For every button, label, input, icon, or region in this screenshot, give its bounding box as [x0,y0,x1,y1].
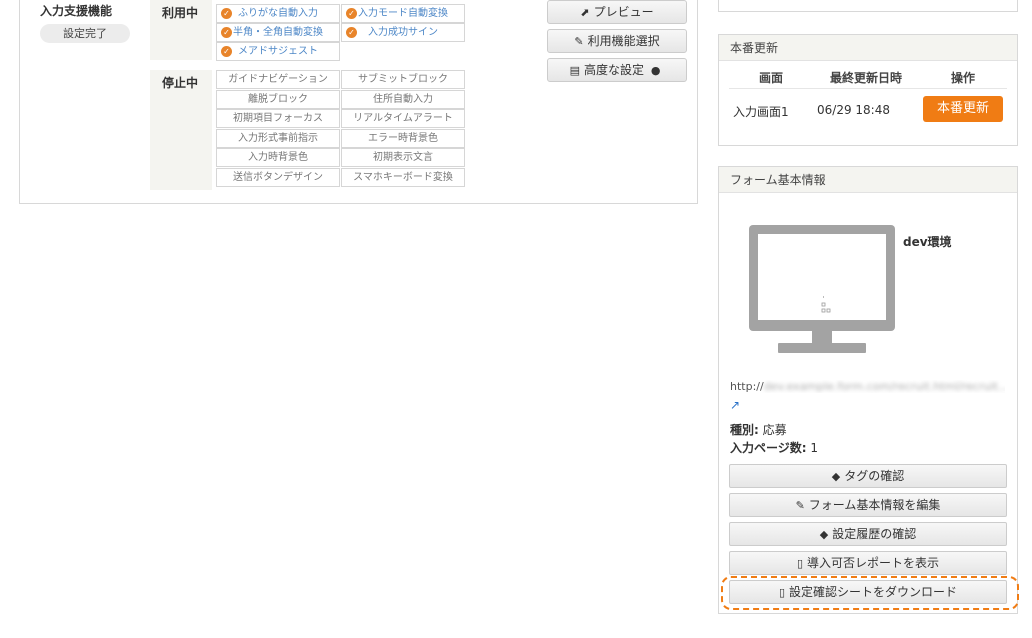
feature-chip-address[interactable]: 住所自動入力 [341,90,465,109]
release-row-updated: 06/29 18:48 [817,103,890,117]
release-panel: 本番更新 画面 最終更新日時 操作 入力画面1 06/29 18:48 本番更新 [718,34,1018,146]
show-report-label: 導入可否レポートを表示 [807,556,940,570]
feature-title: 入力支援機能 [40,4,113,18]
chip-label: スマホキーボード変換 [353,172,453,183]
chip-label: 住所自動入力 [373,94,433,105]
chip-label: 入力時背景色 [248,152,308,163]
feature-chip-initial-focus[interactable]: 初期項目フォーカス [216,109,340,128]
preview-button[interactable]: ⬈ プレビュー [547,0,687,24]
page-count-value: 1 [810,441,819,455]
agent-icon: ● [650,64,661,77]
external-link-icon: ⬈ [580,6,590,19]
check-tags-button[interactable]: ◆ タグの確認 [729,464,1007,488]
in-use-group-label: 利用中 [150,0,212,60]
show-report-button[interactable]: ▯ 導入可否レポートを表示 [729,551,1007,575]
feature-chip-realtime-alert[interactable]: リアルタイムアラート [341,109,465,128]
chip-label: 入力形式事前指示 [238,133,318,144]
open-url-icon[interactable]: ↗ [730,398,740,412]
document-icon: ▤ [569,64,580,77]
tag-icon: ◆ [819,528,829,541]
advanced-settings-button[interactable]: ▤ 高度な設定 ● [547,58,687,82]
settings-history-label: 設定履歴の確認 [832,527,917,541]
column-header-updated: 最終更新日時 [830,71,903,85]
table-divider [729,88,1007,89]
check-tags-label: タグの確認 [844,469,905,483]
in-use-label: 利用中 [162,6,199,20]
chip-label: 初期表示文言 [373,152,433,163]
feature-chip-guide-nav[interactable]: ガイドナビゲーション [216,70,340,89]
status-badge: 設定完了 [40,24,130,43]
pencil-icon: ✎ [574,35,584,48]
feature-chip-email-suggest[interactable]: ✓ メアドサジェスト [216,42,340,61]
chip-label: 入力モード自動変換 [358,8,448,19]
url-masked: dev.example.form.com/recruit.html/recrui… [763,380,1005,393]
feature-chip-width-convert[interactable]: ✓ 半角・全角自動変換 [216,23,340,42]
stopped-group-label: 停止中 [150,70,212,190]
previous-panel-bottom [718,0,1018,12]
feature-chip-error-bg[interactable]: エラー時背景色 [341,129,465,148]
feature-chip-submit-block[interactable]: サブミットブロック [341,70,465,89]
check-icon: ✓ [221,46,232,57]
environment-name: dev環境 [903,235,952,249]
chip-label: 送信ボタンデザイン [233,172,323,183]
chip-label: リアルタイムアラート [353,113,453,124]
release-update-button[interactable]: 本番更新 [923,96,1003,122]
select-features-label: 利用機能選択 [587,34,660,48]
chip-label: 離脱ブロック [248,94,308,105]
chip-label: 初期項目フォーカス [233,113,323,124]
chip-label: 入力成功サイン [368,27,438,38]
preview-label: プレビュー [593,5,654,19]
feature-chip-submit-design[interactable]: 送信ボタンデザイン [216,168,340,187]
edit-form-info-label: フォーム基本情報を編集 [808,498,941,512]
settings-history-button[interactable]: ◆ 設定履歴の確認 [729,522,1007,546]
stopped-label: 停止中 [162,76,199,90]
check-icon: ✓ [346,27,357,38]
chip-label: エラー時背景色 [368,133,438,144]
feature-chip-exit-block[interactable]: 離脱ブロック [216,90,340,109]
feature-chip-input-mode[interactable]: ✓ 入力モード自動変換 [341,4,465,23]
form-info-panel: フォーム基本情報 dev環境 http://dev.example.form.c… [718,166,1018,614]
file-icon: ▯ [796,557,804,570]
feature-chip-keyboard[interactable]: スマホキーボード変換 [341,168,465,187]
feature-chip-format-hint[interactable]: 入力形式事前指示 [216,129,340,148]
pencil-icon: ✎ [795,499,805,512]
page-count: 入力ページ数: 1 [730,439,818,456]
monitor-icon [749,225,895,353]
page-count-label: 入力ページ数: [730,441,807,455]
tag-icon: ◆ [831,470,841,483]
advanced-label: 高度な設定 [583,63,644,77]
form-url[interactable]: http://dev.example.form.com/recruit.html… [730,380,1005,393]
column-header-screen: 画面 [759,71,784,85]
form-type: 種別: 応募 [730,421,787,438]
form-type-value: 応募 [762,423,787,437]
check-icon: ✓ [221,8,232,19]
column-header-action: 操作 [951,71,976,85]
release-row-screen: 入力画面1 [733,105,789,119]
edit-form-info-button[interactable]: ✎ フォーム基本情報を編集 [729,493,1007,517]
feature-chip-furigana[interactable]: ✓ ふりがな自動入力 [216,4,340,23]
chip-label: サブミットブロック [358,74,448,85]
chip-label: メアドサジェスト [238,46,318,57]
url-prefix: http:// [730,380,764,393]
feature-chip-input-bg[interactable]: 入力時背景色 [216,148,340,167]
chip-label: ガイドナビゲーション [228,74,328,85]
download-highlight [721,576,1019,610]
check-icon: ✓ [221,27,232,38]
form-info-title: フォーム基本情報 [719,167,1017,193]
form-type-label: 種別: [730,423,759,437]
feature-chip-initial-text[interactable]: 初期表示文言 [341,148,465,167]
check-icon: ✓ [346,8,357,19]
feature-panel: 入力支援機能 設定完了 利用中 停止中 ✓ ふりがな自動入力 ✓ 入力モード自動… [19,0,698,204]
select-features-button[interactable]: ✎ 利用機能選択 [547,29,687,53]
feature-chip-success-sign[interactable]: ✓ 入力成功サイン [341,23,465,42]
chip-label: ふりがな自動入力 [238,8,318,19]
release-panel-title: 本番更新 [719,35,1017,61]
chip-label: 半角・全角自動変換 [233,27,323,38]
